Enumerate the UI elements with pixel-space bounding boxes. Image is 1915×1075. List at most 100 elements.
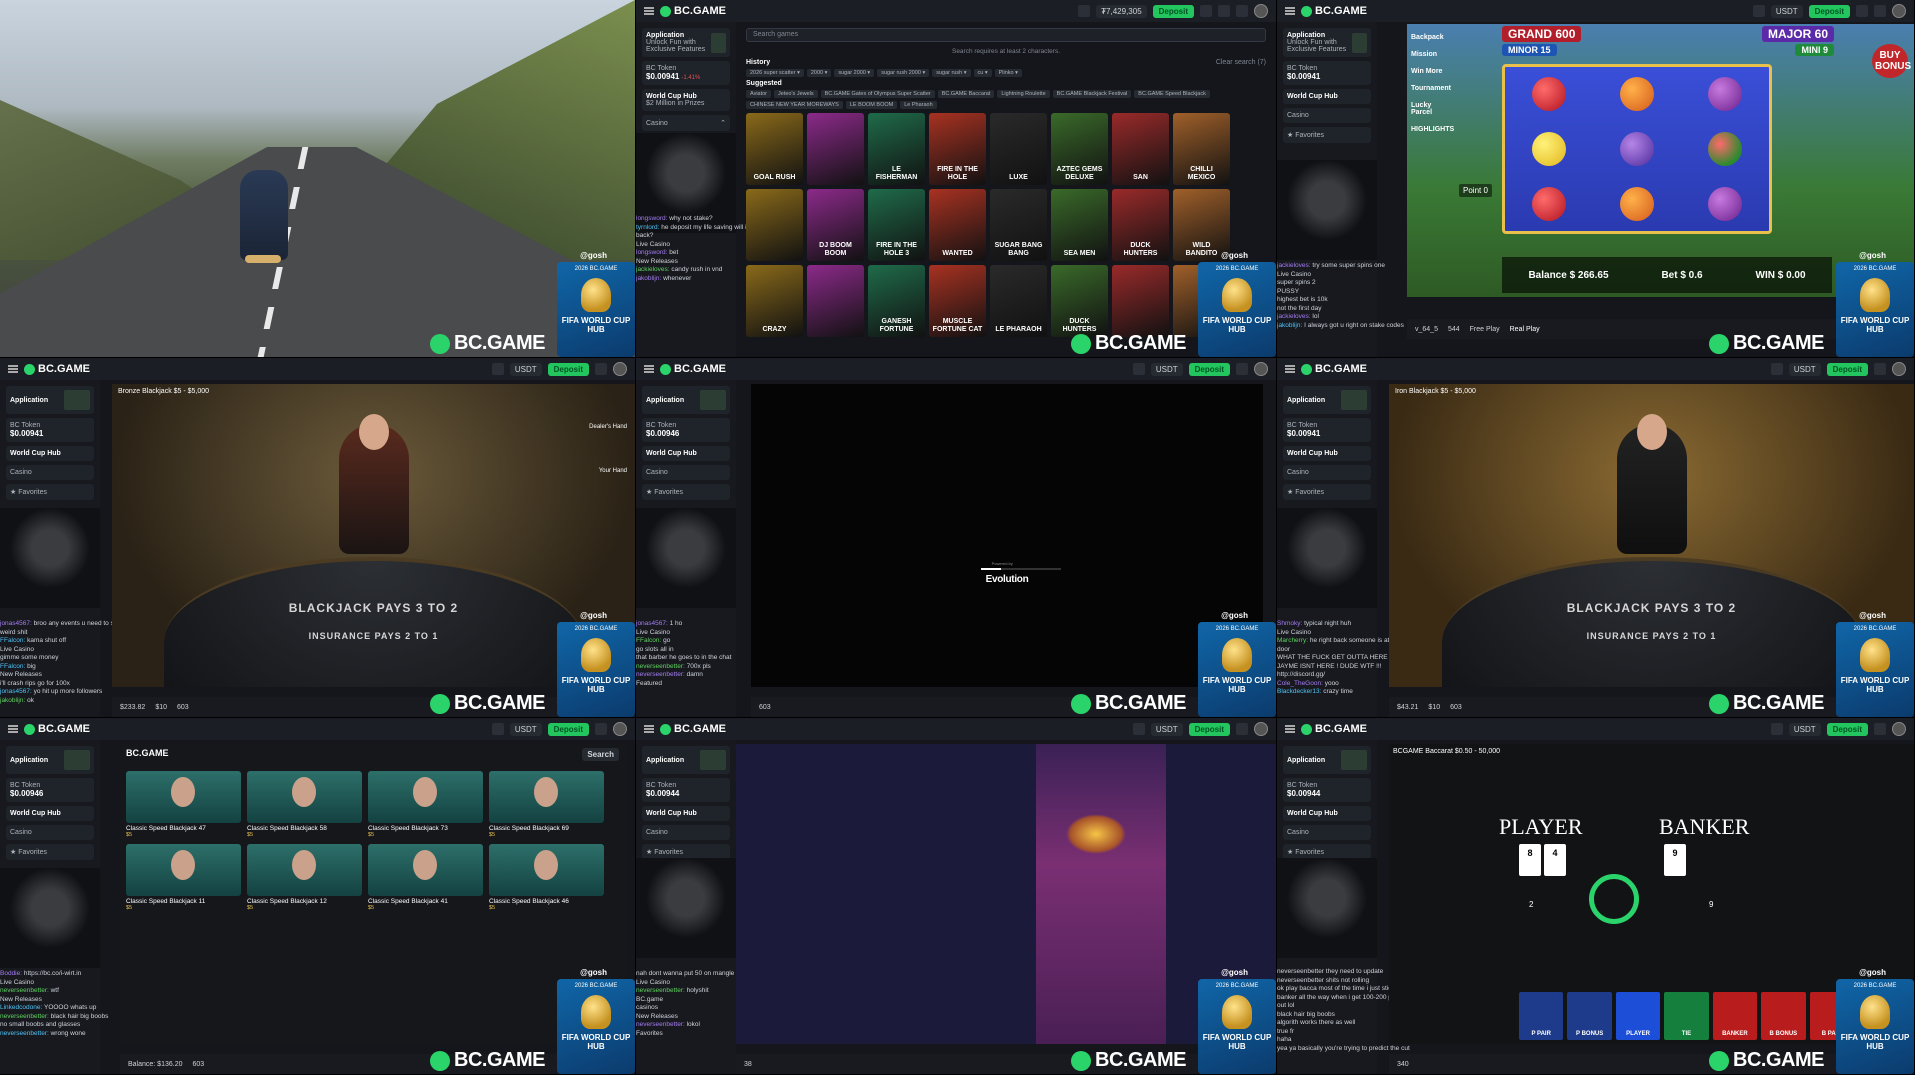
slot-side-item[interactable]: Mission [1411,51,1451,58]
sidebar-token[interactable]: BC Token $0.00946 [642,418,730,442]
suggested-tag[interactable]: BC.GAME Gates of Olympus Super Scatter [820,90,935,98]
gift-icon[interactable] [1856,5,1868,17]
slot-game[interactable]: GRAND 600 MAJOR 60 MINOR 15 MINI 9 Backp… [1407,24,1914,297]
history-tag[interactable]: Plinko ▾ [994,69,1022,77]
sidebar-token[interactable]: BC Token $0.00941 [1283,418,1371,442]
sidebar-token[interactable]: BC Token $0.00941 -1.41% [642,61,730,85]
sidebar-app[interactable]: Application [1283,386,1371,414]
game-tile[interactable]: SEA MEN [1051,189,1108,261]
sidebar-token[interactable]: BC Token $0.00944 [642,778,730,802]
chat-username[interactable]: neverseenbetter: [636,663,687,670]
menu-icon[interactable] [8,365,18,373]
suggested-tag[interactable]: Aviator [746,90,772,98]
chat-username[interactable]: jonas4567: [636,620,670,627]
chat-username[interactable]: neverseenbetter: [636,987,687,994]
sidebar-casino[interactable]: Casino [6,465,94,480]
currency-select[interactable]: USDT [509,362,542,376]
search-icon[interactable] [1132,363,1145,375]
chat-username[interactable]: Marcherry: [1277,637,1310,644]
search-icon[interactable] [1752,5,1765,17]
bet-spot[interactable]: PLAYER [1615,992,1661,1040]
game-tile[interactable]: AZTEC GEMS DELUXE [1051,113,1108,185]
brand-logo[interactable]: BC.GAME [1301,363,1367,375]
chat-username[interactable]: jakoblijn: [636,275,663,282]
chat-username[interactable]: neverseenbetter: [0,987,51,994]
gift-icon[interactable] [1200,5,1212,17]
sidebar-favorites[interactable]: ★ Favorites [1283,127,1371,143]
chat-username[interactable]: neverseenbetter: [0,1030,51,1037]
menu-icon[interactable] [644,725,654,733]
chat-username[interactable]: tyrnlord: [636,224,661,231]
sidebar-app[interactable]: Application Unlock Fun with Exclusive Fea… [642,28,730,57]
menu-icon[interactable] [644,365,654,373]
lobby-tile[interactable]: Classic Speed Blackjack 47 $5 [126,771,241,838]
search-icon[interactable] [491,723,504,735]
chat-username[interactable]: Blackdecker13: [1277,688,1323,695]
deposit-button[interactable]: Deposit [1808,4,1850,18]
lobby-search-input[interactable]: Search [582,748,619,761]
brand-logo[interactable]: BC.GAME [1301,5,1367,17]
history-tag[interactable]: sugar rush ▾ [932,69,971,77]
menu-icon[interactable] [1285,725,1295,733]
lobby-tile[interactable]: Classic Speed Blackjack 12 $5 [247,844,362,911]
sidebar-token[interactable]: BC Token $0.00941 [6,418,94,442]
sidebar-casino[interactable]: Casino [1283,825,1371,840]
suggested-tag[interactable]: BC.GAME Baccarat [937,90,995,98]
currency-select[interactable]: USDT [1788,362,1821,376]
avatar[interactable] [1892,722,1906,736]
avatar[interactable] [1254,362,1268,376]
currency-select[interactable]: USDT [509,722,542,736]
chat-username[interactable]: FFalcon: [0,663,27,670]
bet-spot[interactable]: BANKER [1712,992,1758,1040]
brand-logo[interactable]: BC.GAME [660,5,726,17]
history-tag[interactable]: cu ▾ [973,69,992,77]
avatar[interactable] [1254,4,1268,18]
worldcup-promo[interactable]: 2026 BC.GAME FIFA WORLD CUP HUB [1836,262,1914,357]
sidebar-casino[interactable]: Casino [642,465,730,480]
sidebar-casino[interactable]: Casino [1283,465,1371,480]
chat-username[interactable]: FFalcon: [636,637,663,644]
chat-username[interactable]: Shmoky: [1277,620,1304,627]
currency-select[interactable]: USDT [1770,4,1803,18]
brand-logo[interactable]: BC.GAME [24,363,90,375]
chat-username[interactable]: jonas4567: [0,620,34,627]
suggested-tag[interactable]: BC.GAME Blackjack Festival [1052,90,1132,98]
sidebar-worldcup[interactable]: World Cup Hub [1283,806,1371,821]
game-tile[interactable]: FIRE IN THE HOLE 3 [868,189,925,261]
sidebar-worldcup[interactable]: World Cup Hub [1283,89,1371,104]
bet-spot[interactable]: TIE [1664,992,1709,1040]
suggested-tag[interactable]: BC.GAME Speed Blackjack [1134,90,1210,98]
chat-username[interactable]: Boddie: [0,970,24,977]
sidebar-casino[interactable]: Casino [642,825,730,840]
chat-username[interactable]: jakoblijn: [1277,322,1304,329]
chat-username[interactable]: longsword: [636,249,669,256]
chat-username[interactable]: Linkedcodone: [0,1004,44,1011]
chat-username[interactable]: jakoblijn: [0,697,27,704]
deposit-button[interactable]: Deposit [1188,362,1230,376]
brand-logo[interactable]: BC.GAME [660,363,726,375]
chat-icon[interactable] [1218,5,1230,17]
chat-username[interactable]: jonas4567: [0,688,34,695]
menu-icon[interactable] [8,725,18,733]
search-icon[interactable] [1132,723,1145,735]
worldcup-promo[interactable]: 2026 BC.GAME FIFA WORLD CUP HUB [1836,622,1914,717]
sidebar-worldcup[interactable]: World Cup Hub [6,806,94,821]
sidebar-favorites[interactable]: ★ Favorites [642,484,730,500]
bell-icon[interactable] [1874,363,1886,375]
worldcup-promo[interactable]: 2026 BC.GAME FIFA WORLD CUP HUB [557,979,635,1074]
deposit-button[interactable]: Deposit [547,362,589,376]
bet-spot[interactable]: P BONUS [1567,992,1612,1040]
game-tile[interactable] [1112,265,1169,337]
suggested-tag[interactable]: Lightning Roulette [997,90,1050,98]
game-tile[interactable]: LE PHARAOH [990,265,1047,337]
worldcup-promo[interactable]: 2026 BC.GAME FIFA WORLD CUP HUB [557,622,635,717]
avatar[interactable] [1892,4,1906,18]
bell-icon[interactable] [1236,363,1248,375]
avatar[interactable] [613,722,627,736]
search-icon[interactable] [1770,363,1783,375]
search-icon[interactable] [1078,5,1091,17]
sidebar-app[interactable]: Application [6,386,94,414]
search-input[interactable]: Search games [746,28,1266,42]
brand-logo[interactable]: BC.GAME [660,723,726,735]
sidebar-worldcup[interactable]: World Cup Hub [642,806,730,821]
